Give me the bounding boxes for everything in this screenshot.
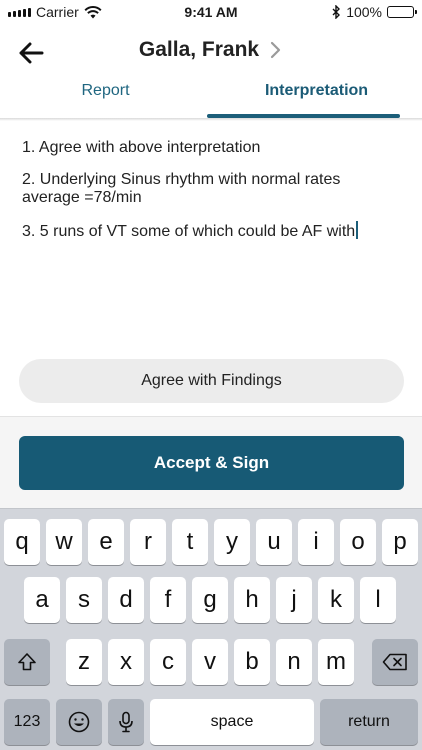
numbers-key[interactable]: 123 (4, 699, 50, 745)
microphone-icon (119, 711, 133, 733)
key-n[interactable]: n (276, 639, 312, 685)
key-l[interactable]: l (360, 577, 396, 623)
agree-with-findings-button[interactable]: Agree with Findings (19, 359, 404, 403)
backspace-key[interactable] (372, 639, 418, 685)
key-j[interactable]: j (276, 577, 312, 623)
emoji-icon (68, 711, 90, 733)
key-d[interactable]: d (108, 577, 144, 623)
key-p[interactable]: p (382, 519, 418, 565)
key-a[interactable]: a (24, 577, 60, 623)
tab-bar: Report Interpretation (0, 76, 422, 120)
tab-report[interactable]: Report (0, 76, 211, 120)
battery-percent: 100% (346, 4, 382, 20)
key-f[interactable]: f (150, 577, 186, 623)
shift-key[interactable] (4, 639, 50, 685)
key-x[interactable]: x (108, 639, 144, 685)
key-r[interactable]: r (130, 519, 166, 565)
status-right: 100% (332, 4, 417, 20)
key-m[interactable]: m (318, 639, 354, 685)
interpretation-textarea[interactable]: 1. Agree with above interpretation 2. Un… (22, 139, 402, 255)
key-i[interactable]: i (298, 519, 334, 565)
key-h[interactable]: h (234, 577, 270, 623)
key-e[interactable]: e (88, 519, 124, 565)
battery-icon (387, 6, 417, 18)
patient-name: Galla, Frank (138, 38, 260, 61)
key-t[interactable]: t (172, 519, 208, 565)
patient-title[interactable]: Galla, Frank (0, 38, 422, 62)
accept-panel: Accept & Sign (0, 416, 422, 508)
key-z[interactable]: z (66, 639, 102, 685)
status-bar: Carrier 9:41 AM 100% (0, 0, 422, 26)
key-k[interactable]: k (318, 577, 354, 623)
nav-header: Galla, Frank (0, 26, 422, 76)
key-g[interactable]: g (192, 577, 228, 623)
keyboard: q w e r t y u i o p a s d f g h j k l z … (0, 508, 422, 750)
interpretation-line-1: 1. Agree with above interpretation (22, 139, 261, 156)
key-u[interactable]: u (256, 519, 292, 565)
text-cursor (356, 221, 359, 239)
microphone-key[interactable] (108, 699, 144, 745)
key-b[interactable]: b (234, 639, 270, 685)
bluetooth-icon (332, 5, 341, 19)
interpretation-line-2: 2. Underlying Sinus rhythm with normal r… (22, 171, 341, 206)
emoji-key[interactable] (56, 699, 102, 745)
interpretation-line-3: 3. 5 runs of VT some of which could be A… (22, 221, 402, 241)
shift-icon (18, 653, 36, 671)
header-divider (0, 118, 422, 121)
key-s[interactable]: s (66, 577, 102, 623)
return-key[interactable]: return (320, 699, 418, 745)
chevron-right-icon (269, 40, 283, 60)
interpretation-line-3-text: 3. 5 runs of VT some of which could be A… (22, 223, 356, 240)
space-key[interactable]: space (150, 699, 314, 745)
key-q[interactable]: q (4, 519, 40, 565)
key-y[interactable]: y (214, 519, 250, 565)
key-c[interactable]: c (150, 639, 186, 685)
key-v[interactable]: v (192, 639, 228, 685)
key-o[interactable]: o (340, 519, 376, 565)
accept-and-sign-button[interactable]: Accept & Sign (19, 436, 404, 490)
backspace-icon (382, 653, 407, 671)
key-w[interactable]: w (46, 519, 82, 565)
